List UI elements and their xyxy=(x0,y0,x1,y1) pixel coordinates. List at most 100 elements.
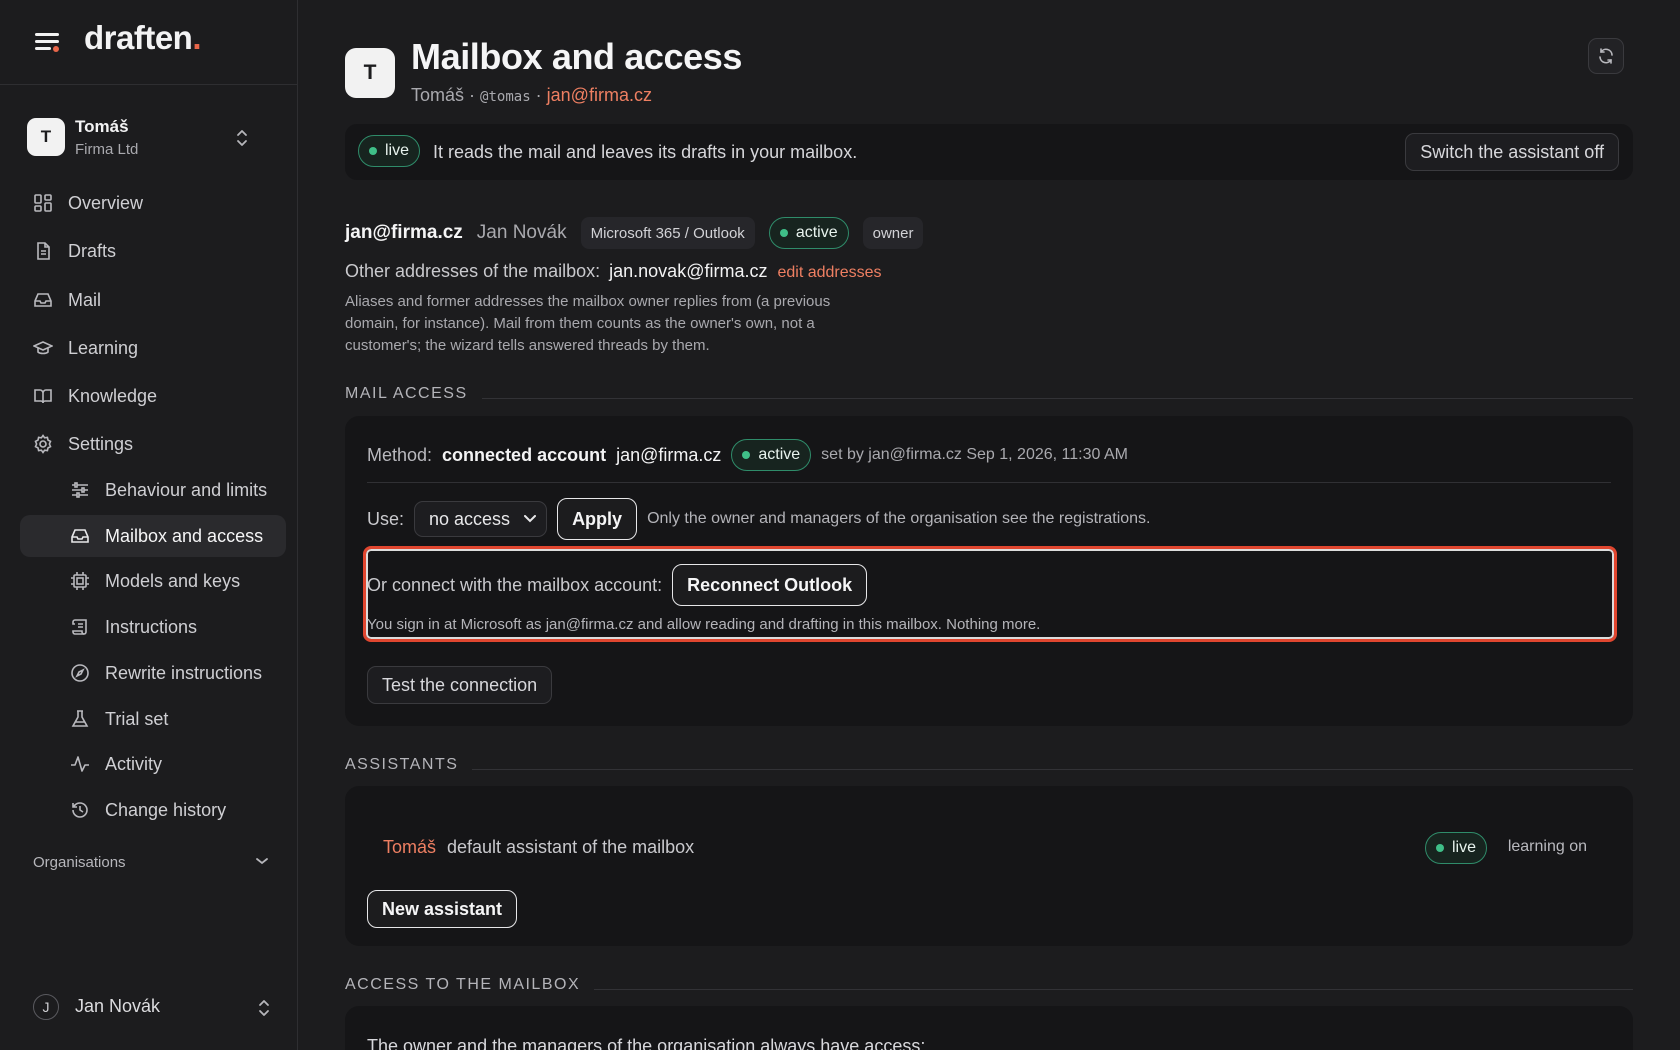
graduation-cap-icon xyxy=(33,338,53,358)
edit-addresses-link[interactable]: edit addresses xyxy=(777,264,881,282)
nav-settings[interactable]: Settings xyxy=(20,423,286,465)
org-avatar: T xyxy=(27,118,65,156)
nav-label: Drafts xyxy=(68,240,117,261)
switch-assistant-off-button[interactable]: Switch the assistant off xyxy=(1405,133,1619,171)
gear-icon xyxy=(33,434,53,454)
page-title: Mailbox and access xyxy=(411,36,742,77)
nav-label: Overview xyxy=(68,192,144,213)
nav-knowledge[interactable]: Knowledge xyxy=(20,375,286,417)
section-title: ASSISTANTS xyxy=(345,756,459,773)
live-dot-icon xyxy=(369,147,377,155)
chip-icon xyxy=(70,571,90,591)
assistant-avatar: T xyxy=(345,48,395,98)
flask-icon xyxy=(70,709,90,729)
nav-label: Behaviour and limits xyxy=(105,479,268,500)
assistant-name-link[interactable]: Tomáš xyxy=(383,837,436,858)
document-icon xyxy=(33,241,53,261)
connect-label: Or connect with the mailbox account: xyxy=(367,574,663,595)
nav-label: Models and keys xyxy=(105,570,241,591)
subtitle-email-link[interactable]: jan@firma.cz xyxy=(547,85,652,105)
access-select-value: no access xyxy=(429,508,511,529)
method-label: Method: xyxy=(367,444,433,465)
nav-label: Mail xyxy=(68,289,102,310)
reconnect-outlook-button[interactable]: Reconnect Outlook xyxy=(672,564,868,606)
subtitle-sep: · xyxy=(469,85,476,105)
status-badge: live xyxy=(358,135,421,167)
method-value: connected account xyxy=(442,444,607,465)
active-dot-icon xyxy=(779,229,788,237)
nav-label: Change history xyxy=(105,799,227,820)
nav-label: Trial set xyxy=(105,708,169,729)
live-dot-icon xyxy=(1435,844,1444,852)
nav-label: Rewrite instructions xyxy=(105,662,263,683)
refresh-button[interactable] xyxy=(1588,38,1624,74)
sidebar: draften. T Tomáš Firma Ltd Overview Draf… xyxy=(0,0,298,1050)
section-divider xyxy=(594,988,1633,990)
logo-dot: . xyxy=(192,19,202,56)
mail-access-card: Method: connected account jan@firma.cz a… xyxy=(345,416,1633,726)
inbox-icon xyxy=(33,290,53,310)
org-subtitle: Firma Ltd xyxy=(75,141,139,158)
nav-rewrite-instructions[interactable]: Rewrite instructions xyxy=(20,652,286,694)
active-dot-icon xyxy=(742,451,751,459)
history-icon xyxy=(70,800,90,820)
nav-models-and-keys[interactable]: Models and keys xyxy=(20,560,286,602)
assistant-description: default assistant of the mailbox xyxy=(447,837,695,857)
brand-bar: draften. xyxy=(0,0,298,85)
nav-label: Mailbox and access xyxy=(105,525,264,546)
org-switcher[interactable]: T Tomáš Firma Ltd xyxy=(27,116,277,162)
learning-status: learning on xyxy=(1507,838,1587,855)
chevrons-up-down-icon xyxy=(257,998,271,1018)
method-email: jan@firma.cz xyxy=(616,444,722,465)
assistant-status-bar: live It reads the mail and leaves its dr… xyxy=(345,124,1633,180)
organisations-label: Organisations xyxy=(33,854,126,871)
test-connection-button[interactable]: Test the connection xyxy=(367,666,553,704)
nav-mailbox-and-access[interactable]: Mailbox and access xyxy=(20,515,286,557)
assistant-status-label: live xyxy=(1451,839,1476,856)
page-subtitle: Tomáš · @tomas · jan@firma.cz xyxy=(411,85,652,106)
nav-overview[interactable]: Overview xyxy=(20,182,286,224)
nav-mail[interactable]: Mail xyxy=(20,279,286,321)
nav-change-history[interactable]: Change history xyxy=(20,789,286,831)
compass-icon xyxy=(70,663,90,683)
other-addresses-label: Other addresses of the mailbox: xyxy=(345,261,601,281)
new-assistant-button[interactable]: New assistant xyxy=(367,890,518,928)
assistant-status-badge: live xyxy=(1424,832,1487,864)
aliases-help-text: Aliases and former addresses the mailbox… xyxy=(345,293,831,354)
mailbox-owner-name: Jan Novák xyxy=(476,222,567,243)
use-label: Use: xyxy=(367,508,405,529)
assistants-heading: ASSISTANTS xyxy=(345,755,1633,775)
nav-label: Activity xyxy=(105,753,163,774)
logo[interactable]: draften. xyxy=(84,19,201,57)
nav-activity[interactable]: Activity xyxy=(20,743,286,785)
nav-trial-set[interactable]: Trial set xyxy=(20,698,286,740)
mailbox-state-label: active xyxy=(795,224,838,241)
status-text: It reads the mail and leaves its drafts … xyxy=(433,142,858,162)
org-name: Tomáš xyxy=(75,117,129,136)
method-row: Method: connected account jan@firma.cz a… xyxy=(367,438,1128,472)
access-text: The owner and the managers of the organi… xyxy=(367,1036,926,1050)
use-row: Use: no access Apply Only the owner and … xyxy=(367,498,1150,540)
scroll-icon xyxy=(70,617,90,637)
organisations-section[interactable]: Organisations xyxy=(33,852,269,876)
nav-drafts[interactable]: Drafts xyxy=(20,230,286,272)
connect-row: Or connect with the mailbox account: Rec… xyxy=(367,564,868,606)
apply-button[interactable]: Apply xyxy=(557,498,638,540)
section-divider xyxy=(472,768,1633,770)
nav-behaviour-and-limits[interactable]: Behaviour and limits xyxy=(20,469,286,511)
subtitle-sep: · xyxy=(535,85,542,105)
nav-learning[interactable]: Learning xyxy=(20,327,286,369)
menu-icon[interactable] xyxy=(33,30,61,54)
mailbox-email: jan@firma.cz xyxy=(345,222,463,243)
activity-icon xyxy=(70,754,90,774)
status-badge-label: live xyxy=(385,142,410,159)
nav-label: Instructions xyxy=(105,616,198,637)
access-select[interactable]: no access xyxy=(414,501,548,537)
connect-note: You sign in at Microsoft as jan@firma.cz… xyxy=(367,616,1041,633)
assistant-row: Tomáš default assistant of the mailbox l… xyxy=(383,832,1587,864)
nav-instructions[interactable]: Instructions xyxy=(20,606,286,648)
subtitle-name: Tomáš xyxy=(411,85,465,105)
user-switcher[interactable]: J Jan Novák xyxy=(33,994,273,1022)
mailbox-state-badge: active xyxy=(768,217,849,249)
assistants-card: Tomáš default assistant of the mailbox l… xyxy=(345,786,1633,946)
